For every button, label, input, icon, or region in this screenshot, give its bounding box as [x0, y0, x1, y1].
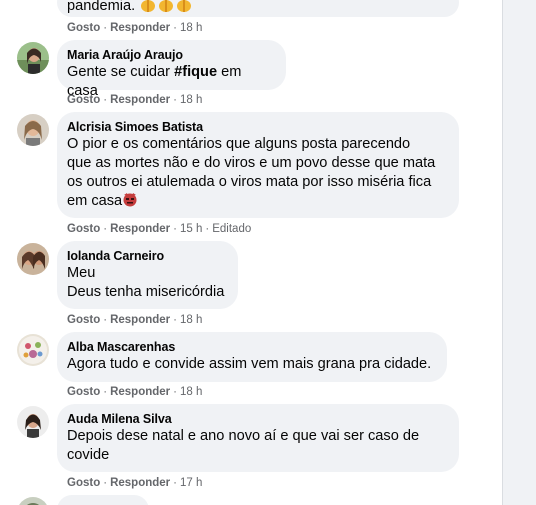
- comment-bubble: Alba Mascarenhas Agora tudo e convide as…: [57, 332, 447, 382]
- angry-face-emoji: [122, 192, 138, 213]
- comment-time[interactable]: 15 h: [180, 223, 202, 235]
- comment-text-line: em casa: [67, 192, 447, 213]
- avatar[interactable]: [17, 406, 49, 438]
- comment-author[interactable]: Maria Araújo Araujo: [67, 47, 274, 63]
- comment-text-line: O pior e os comentários que alguns posta…: [67, 136, 411, 152]
- comment-text-line: Deus tenha misericórdia: [67, 284, 225, 300]
- comment-actions: Gosto · Responder · 18 h: [67, 314, 203, 326]
- reply-link[interactable]: Responder: [110, 386, 170, 398]
- comment-text-line: os outros ei atulemada o viros mata por …: [67, 174, 432, 190]
- like-link[interactable]: Gosto: [67, 223, 100, 235]
- comment-bubble: Auda Milena Silva Depois dese natal e an…: [57, 404, 459, 472]
- comment-author[interactable]: Alba Mascarenhas: [67, 339, 435, 355]
- like-link[interactable]: Gosto: [67, 314, 100, 326]
- reply-link[interactable]: Responder: [110, 314, 170, 326]
- comment-actions: Gosto · Responder · 17 h: [67, 477, 203, 489]
- comment-actions: Gosto · Responder · 18 h: [67, 22, 203, 34]
- comment-text-line: Meu: [67, 265, 96, 281]
- comment-author[interactable]: Alcrisia Simoes Batista: [67, 119, 447, 135]
- reply-link[interactable]: Responder: [110, 22, 170, 34]
- comment-time[interactable]: 18 h: [180, 314, 202, 326]
- comment-bubble: pandemia.: [57, 0, 459, 17]
- reply-link[interactable]: Responder: [110, 94, 170, 106]
- comment-actions: Gosto · Responder · 15 h · Editado: [67, 223, 252, 235]
- comment-time[interactable]: 17 h: [180, 477, 202, 489]
- like-link[interactable]: Gosto: [67, 94, 100, 106]
- comment-actions: Gosto · Responder · 18 h: [67, 386, 203, 398]
- comments-feed: pandemia. Gosto · Responder · 18 h Maria…: [0, 0, 502, 505]
- comment-bubble: [57, 495, 149, 505]
- reply-link[interactable]: Responder: [110, 477, 170, 489]
- comment-actions: Gosto · Responder · 18 h: [67, 94, 203, 106]
- comment-text-line: Agora tudo e convide assim vem mais gran…: [67, 356, 432, 372]
- reply-link[interactable]: Responder: [110, 223, 170, 235]
- like-link[interactable]: Gosto: [67, 477, 100, 489]
- comment-text-line: Depois dese natal e ano novo aí e que va…: [67, 428, 420, 444]
- avatar[interactable]: [17, 497, 49, 505]
- comment-bubble: Alcrisia Simoes Batista O pior e os come…: [57, 112, 459, 218]
- right-rail: [502, 0, 536, 505]
- hashtag-link[interactable]: #fique: [174, 64, 217, 80]
- like-link[interactable]: Gosto: [67, 22, 100, 34]
- comment-author[interactable]: Iolanda Carneiro: [67, 248, 226, 264]
- comment-time[interactable]: 18 h: [180, 386, 202, 398]
- edited-label[interactable]: Editado: [212, 223, 251, 235]
- avatar[interactable]: [17, 114, 49, 146]
- avatar[interactable]: [17, 243, 49, 275]
- like-link[interactable]: Gosto: [67, 386, 100, 398]
- prayer-hands-emoji: [140, 0, 194, 17]
- avatar[interactable]: [17, 42, 49, 74]
- avatar[interactable]: [17, 334, 49, 366]
- comment-time[interactable]: 18 h: [180, 22, 202, 34]
- comment-text-line: covide: [67, 447, 110, 463]
- comment-author[interactable]: Auda Milena Silva: [67, 411, 447, 427]
- comment-bubble: Iolanda Carneiro Meu Deus tenha misericó…: [57, 241, 238, 309]
- comment-time[interactable]: 18 h: [180, 94, 202, 106]
- comment-text: pandemia.: [67, 0, 136, 14]
- comment-text-line: que as mortes não e do viros e um povo d…: [67, 155, 436, 171]
- comment-bubble: Maria Araújo Araujo Gente se cuidar #fiq…: [57, 40, 286, 99]
